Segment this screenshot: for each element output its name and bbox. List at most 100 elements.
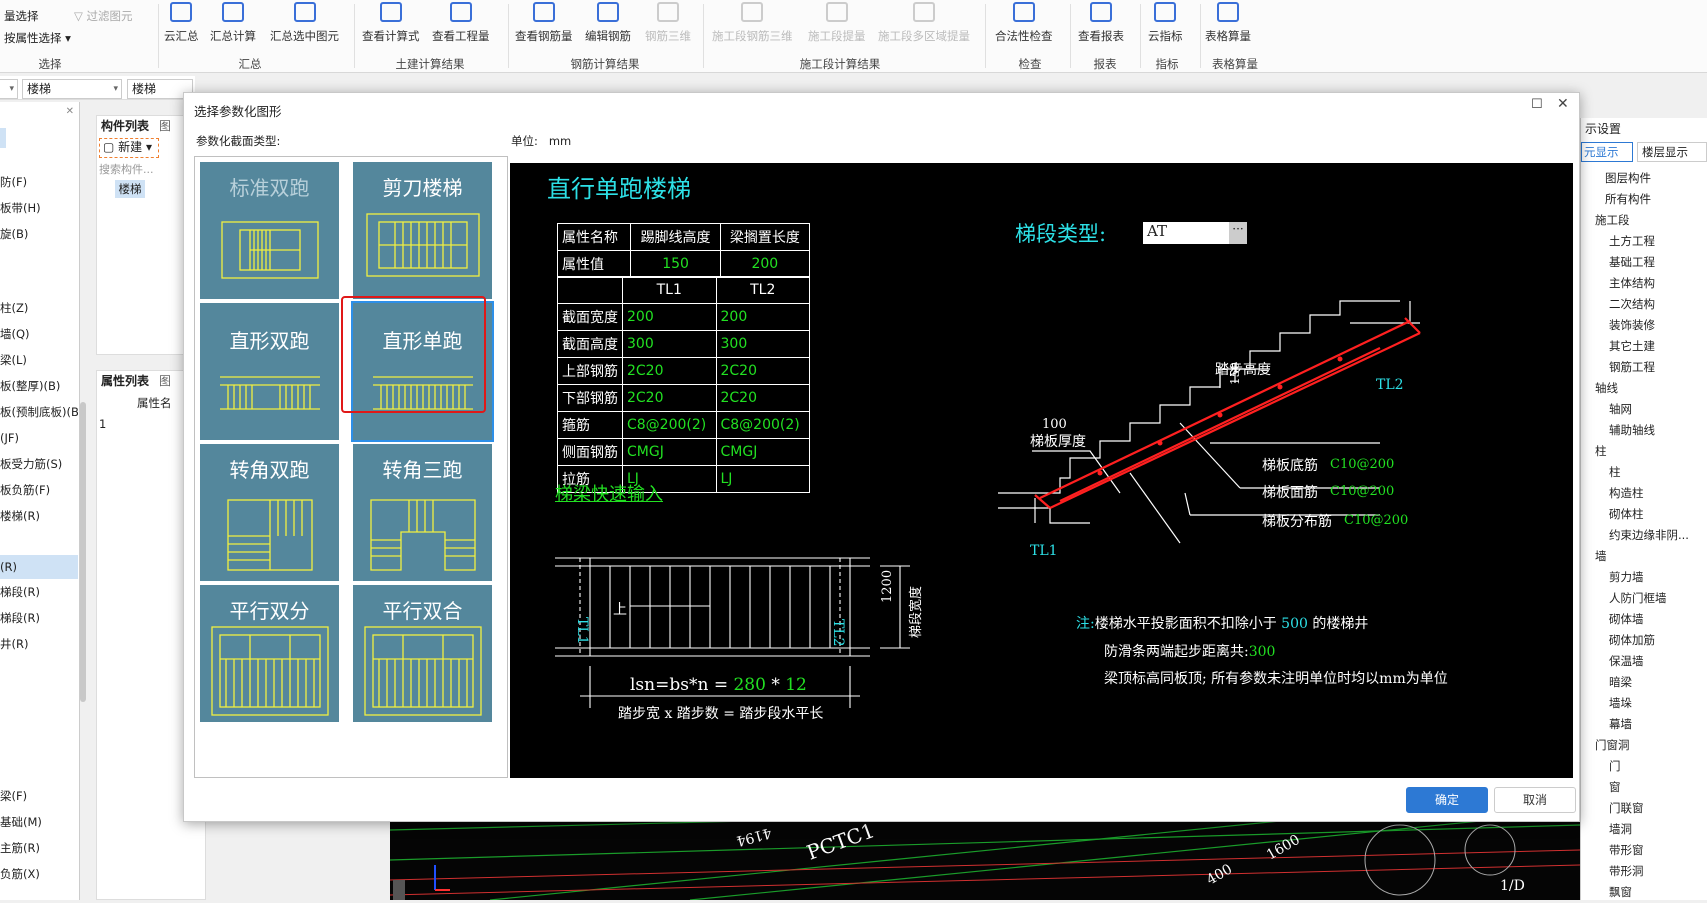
nav-item[interactable]: 板带(H)	[0, 196, 78, 220]
drawing-viewport[interactable]: PCTC1 4194 400 1600 1/D	[390, 820, 1580, 900]
cloud-index-button[interactable]: 云指标	[1148, 2, 1183, 44]
layer-item[interactable]: 所有构件	[1581, 189, 1707, 210]
beam-property-value[interactable]: LJ	[715, 465, 810, 493]
seg-multi-extract-button[interactable]: 施工段多区域提量	[878, 2, 970, 44]
nav-item[interactable]: 板受力筋(S)	[0, 452, 78, 476]
top-rebar-value[interactable]: C10@200	[1330, 484, 1394, 499]
summary-selected-button[interactable]: 汇总选中图元	[270, 2, 339, 44]
beam-length-value[interactable]: 200	[719, 250, 811, 278]
layer-item[interactable]: 其它土建	[1581, 336, 1707, 357]
layer-item[interactable]: 装饰装修	[1581, 315, 1707, 336]
component-item[interactable]: 楼梯	[115, 180, 145, 198]
nav-item[interactable]: 柱(Z)	[0, 296, 78, 320]
shape-parallel-double-split[interactable]: 平行双分	[200, 585, 339, 722]
view-rebar-button[interactable]: 查看钢筋量	[515, 2, 573, 44]
type-combo[interactable]: 楼梯 ▾	[22, 79, 122, 99]
tab-component-list[interactable]: 构件列表	[97, 116, 157, 136]
layer-item[interactable]: 轴网	[1581, 399, 1707, 420]
filter-button[interactable]: ▽ 过滤图元	[74, 8, 133, 24]
nav-item[interactable]: 板(预制底板)(B)	[0, 400, 78, 424]
seg-rebar-3d-button[interactable]: 施工段钢筋三维	[712, 2, 793, 44]
shape-corner-triple-run[interactable]: 转角三跑	[353, 444, 492, 581]
stairwell-area-value[interactable]: 500	[1281, 616, 1308, 632]
shape-standard-double-run[interactable]: 标准双跑	[200, 162, 339, 299]
beam-property-value[interactable]: 300	[622, 330, 717, 358]
beam-property-value[interactable]: C8@200(2)	[622, 411, 717, 439]
shape-parallel-double-merge[interactable]: 平行双合	[353, 585, 492, 722]
maximize-icon[interactable]: ☐	[1531, 97, 1547, 113]
layer-item[interactable]: 剪力墙	[1581, 567, 1707, 588]
rebar-3d-button[interactable]: 钢筋三维	[645, 2, 691, 44]
nav-item[interactable]: 梯段(R)	[0, 580, 78, 604]
view-quantity-button[interactable]: 查看工程量	[432, 2, 490, 44]
view-report-button[interactable]: 查看报表	[1078, 2, 1124, 44]
nav-item[interactable]: 负筋(X)	[0, 862, 78, 886]
batch-select-button[interactable]: 量选择	[4, 8, 39, 24]
nav-item[interactable]: (JF)	[0, 426, 78, 450]
step-count-value[interactable]: 12	[785, 675, 807, 695]
layer-item[interactable]: 墙	[1581, 546, 1707, 567]
tab-property-list[interactable]: 属性列表	[97, 371, 157, 391]
nav-item[interactable]: 墙(Q)	[0, 322, 78, 346]
layer-item[interactable]: 基础工程	[1581, 252, 1707, 273]
layer-item[interactable]: 砌体柱	[1581, 504, 1707, 525]
nav-item[interactable]: 防(F)	[0, 170, 78, 194]
more-icon[interactable]: ···	[1229, 222, 1247, 244]
layer-item[interactable]: 门	[1581, 756, 1707, 777]
beam-property-value[interactable]: 2C20	[622, 357, 717, 385]
kick-height-value[interactable]: 150	[630, 250, 721, 278]
layer-item[interactable]: 二次结构	[1581, 294, 1707, 315]
plan-width-value[interactable]: 1200	[880, 570, 895, 603]
legality-check-button[interactable]: 合法性检查	[995, 2, 1053, 44]
layer-item[interactable]: 钢筋工程	[1581, 357, 1707, 378]
layer-item[interactable]: 保温墙	[1581, 651, 1707, 672]
beam-property-value[interactable]: 2C20	[715, 384, 810, 412]
layer-item[interactable]: 土方工程	[1581, 231, 1707, 252]
nav-item[interactable]: 楼梯(R)	[0, 504, 78, 528]
layer-item[interactable]: 约束边缘非阴...	[1581, 525, 1707, 546]
summary-calc-button[interactable]: 汇总计算	[210, 2, 256, 44]
cancel-button[interactable]: 取消	[1494, 787, 1576, 813]
nav-item[interactable]: 板负筋(F)	[0, 478, 78, 502]
ok-button[interactable]: 确定	[1406, 787, 1488, 813]
table-calc-button[interactable]: 表格算量	[1205, 2, 1251, 44]
tab-floor-display[interactable]: 楼层显示	[1637, 142, 1707, 162]
nav-item[interactable]: 板(整厚)(B)	[0, 374, 78, 398]
beam-property-value[interactable]: 300	[715, 330, 810, 358]
shape-straight-double-run[interactable]: 直形双跑	[200, 303, 339, 440]
beam-property-value[interactable]: CMGJ	[622, 438, 717, 466]
layer-item[interactable]: 辅助轴线	[1581, 420, 1707, 441]
new-button[interactable]: ▢ 新建 ▾	[99, 138, 159, 158]
nav-item[interactable]: 旋(B)	[0, 222, 78, 246]
beam-property-value[interactable]: 200	[622, 303, 717, 331]
layer-item[interactable]: 砌体加筋	[1581, 630, 1707, 651]
nav-item[interactable]: 梁(F)	[0, 784, 78, 808]
nav-item[interactable]: 主筋(R)	[0, 836, 78, 860]
layer-item[interactable]: 轴线	[1581, 378, 1707, 399]
edit-rebar-button[interactable]: 编辑钢筋	[585, 2, 631, 44]
beam-property-value[interactable]: 2C20	[622, 384, 717, 412]
layer-item[interactable]: 施工段	[1581, 210, 1707, 231]
layer-item[interactable]: 砌体墙	[1581, 609, 1707, 630]
layer-item[interactable]: 幕墙	[1581, 714, 1707, 735]
beam-property-value[interactable]: 200	[715, 303, 810, 331]
dist-rebar-value[interactable]: C10@200	[1344, 513, 1408, 528]
tab-element-display[interactable]: 元显示	[1581, 142, 1633, 162]
seg-extract-button[interactable]: 施工段提量	[808, 2, 866, 44]
cloud-summary-button[interactable]: 云汇总	[164, 2, 199, 44]
layer-item[interactable]: 主体结构	[1581, 273, 1707, 294]
beam-property-value[interactable]: C8@200(2)	[715, 411, 810, 439]
beam-property-value[interactable]: CMGJ	[715, 438, 810, 466]
layer-item[interactable]: 柱	[1581, 441, 1707, 462]
nav-scrollbar[interactable]	[80, 402, 86, 702]
layer-item[interactable]: 门窗洞	[1581, 735, 1707, 756]
layer-item[interactable]: 门联窗	[1581, 798, 1707, 819]
layer-item[interactable]: 人防门框墙	[1581, 588, 1707, 609]
shape-corner-double-run[interactable]: 转角双跑	[200, 444, 339, 581]
nav-item[interactable]: 基础(M)	[0, 810, 78, 834]
layer-item[interactable]: 柱	[1581, 462, 1707, 483]
layer-item[interactable]: 暗梁	[1581, 672, 1707, 693]
close-icon[interactable]: ✕	[0, 106, 78, 117]
quick-input-link[interactable]: 梯梁快速输入	[555, 480, 663, 506]
layer-item[interactable]: 图层构件	[1581, 168, 1707, 189]
